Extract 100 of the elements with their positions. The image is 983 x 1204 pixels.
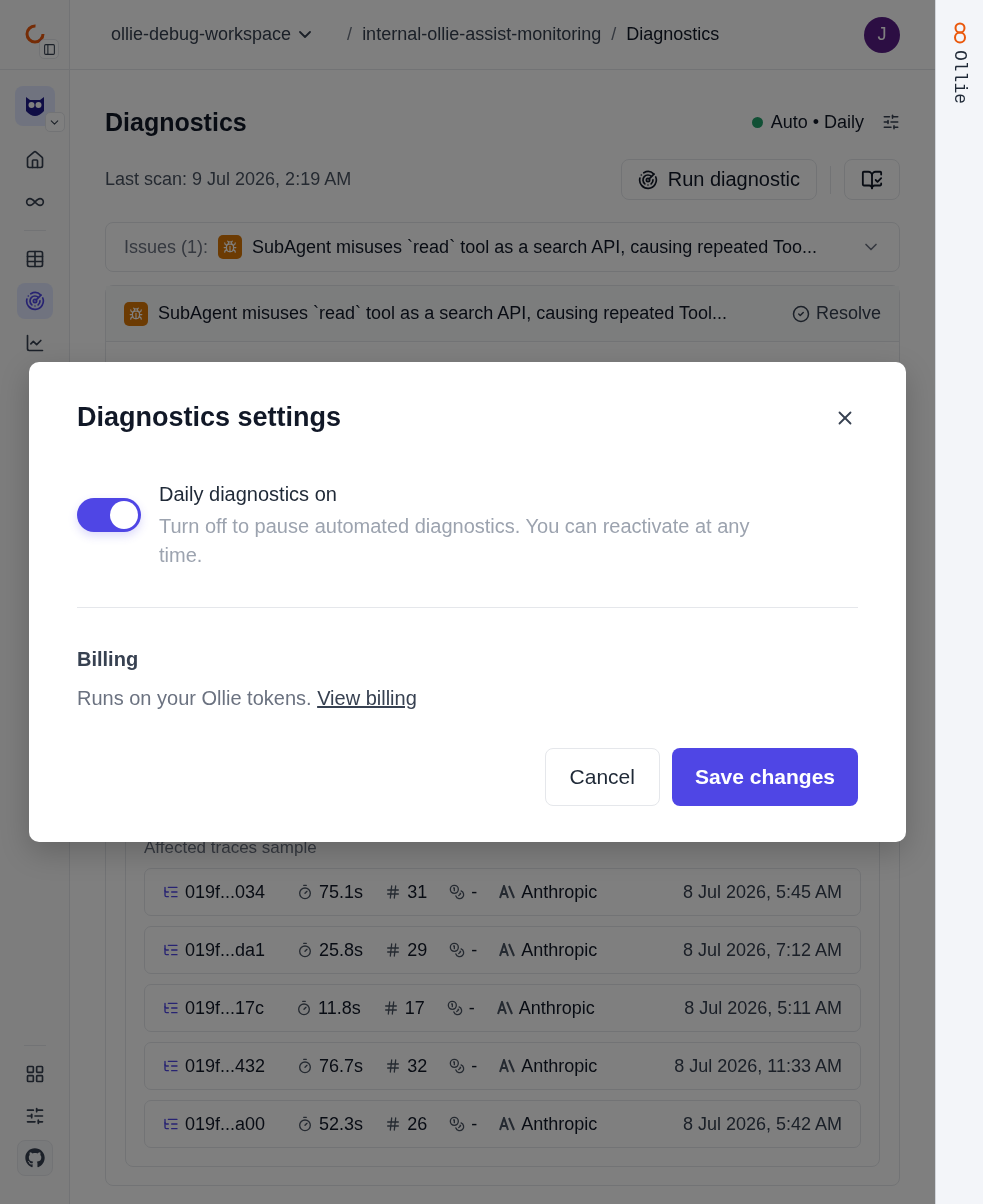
coins-icon	[446, 1000, 463, 1016]
trace-provider: Anthropic	[521, 939, 598, 961]
trace-icon	[163, 884, 179, 900]
trace-icon	[163, 942, 179, 958]
trace-time: 8 Jul 2026, 7:12 AM	[682, 939, 842, 961]
workspace-selector[interactable]: ollie-debug-workspace	[111, 24, 312, 45]
timer-icon	[297, 884, 314, 900]
trace-time: 8 Jul 2026, 5:11 AM	[684, 997, 842, 1019]
hash-icon	[385, 884, 402, 900]
trace-time: 8 Jul 2026, 5:42 AM	[682, 1113, 842, 1135]
trace-row[interactable]: 019f...a00 52.3s 26 - Anthropic 8 Jul 2026, 5:42 AM	[144, 1100, 861, 1148]
trace-row[interactable]: 019f...da1 25.8s 29 - Anthropic 8 Jul 2026, 7:12 AM	[144, 926, 861, 974]
trace-id: 019f...a00	[185, 1113, 266, 1135]
toggle-switch[interactable]	[77, 498, 141, 532]
coins-icon	[449, 942, 466, 958]
check-circle-icon	[791, 304, 810, 323]
last-scan-text: Last scan: 9 Jul 2026, 2:19 AM	[105, 169, 352, 190]
chevron-button[interactable]	[44, 112, 65, 132]
issue-title: SubAgent misuses `read` tool as a search API, causing repeated Too...	[252, 236, 818, 258]
trace-provider: Anthropic	[521, 1055, 598, 1077]
trace-icon	[163, 1116, 179, 1132]
github-icon[interactable]	[16, 1140, 53, 1176]
breadcrumb-separator: /	[347, 24, 353, 45]
trace-id: 019f...da1	[185, 939, 266, 961]
trace-row[interactable]: 019f...034 75.1s 31 - Anthropic 8 Jul 2026, 5:45 AM	[144, 868, 861, 916]
trace-provider: Anthropic	[518, 997, 595, 1019]
trace-count: 32	[407, 1055, 428, 1077]
trace-cost: -	[471, 1113, 478, 1135]
trace-duration: 52.3s	[319, 1113, 364, 1135]
timer-icon	[296, 1000, 313, 1016]
run-diagnostic-button[interactable]: Run diagnostic	[620, 159, 817, 200]
trace-provider: Anthropic	[521, 1113, 598, 1135]
radar-icon	[637, 169, 658, 190]
trace-count: 26	[407, 1113, 428, 1135]
timer-icon	[297, 942, 314, 958]
trace-time: 8 Jul 2026, 5:45 AM	[682, 881, 842, 903]
provider-logo-icon	[499, 1117, 516, 1131]
trace-duration: 25.8s	[319, 939, 364, 961]
side-panel-label[interactable]: Ollie	[949, 50, 970, 104]
trace-row[interactable]: 019f...432 76.7s 32 - Anthropic 8 Jul 2026, 11:33 AM	[144, 1042, 861, 1090]
resolve-button[interactable]: Resolve	[791, 303, 881, 324]
trace-duration: 11.8s	[318, 997, 361, 1019]
radar-nav-icon[interactable]	[16, 283, 53, 319]
hash-icon	[385, 942, 402, 958]
issues-dropdown[interactable]: Issues (1): SubAgent misuses `read` tool as a search API, causing repeated Too...	[105, 222, 900, 272]
trace-time: 8 Jul 2026, 11:33 AM	[674, 1055, 842, 1077]
issues-label: Issues (1):	[124, 236, 209, 258]
bug-icon	[124, 301, 148, 326]
billing-heading: Billing	[77, 648, 140, 671]
trace-duration: 76.7s	[319, 1055, 364, 1077]
trace-count: 31	[407, 881, 428, 903]
chevron-icon	[299, 31, 312, 38]
trace-provider: Anthropic	[521, 881, 598, 903]
bug-icon	[218, 235, 243, 259]
toggle-label: Daily diagnostics on	[159, 483, 338, 506]
trace-icon	[163, 1058, 179, 1074]
trace-id: 019f...432	[185, 1055, 266, 1077]
view-billing-link[interactable]: View billing	[317, 687, 417, 709]
provider-logo-icon	[499, 885, 516, 899]
coins-icon	[449, 884, 466, 900]
docs-button[interactable]	[844, 159, 900, 200]
sidebar-toggle-button[interactable]	[39, 39, 59, 59]
dialog-title: Diagnostics settings	[77, 402, 342, 433]
book-icon	[861, 168, 883, 191]
trace-cost: -	[471, 881, 478, 903]
trace-row[interactable]: 019f...17c 11.8s 17 - Anthropic 8 Jul 2026, 5:11 AM	[144, 984, 861, 1032]
issue-title: SubAgent misuses `read` tool as a search API, causing repeated Tool...	[158, 303, 727, 324]
billing-text: Runs on your Ollie tokens. View billing	[77, 687, 418, 710]
trace-icon	[163, 1000, 179, 1016]
breadcrumb-current: Diagnostics	[626, 24, 720, 45]
trace-count: 29	[407, 939, 428, 961]
trace-cost: -	[471, 1055, 478, 1077]
provider-logo-icon	[496, 1001, 513, 1015]
timer-icon	[297, 1058, 314, 1074]
breadcrumb-link[interactable]: internal-ollie-assist-monitoring	[362, 24, 602, 45]
cancel-button[interactable]: Cancel	[544, 748, 660, 806]
toggle-description: Turn off to pause automated diagnostics. You can reactivate at any time.	[159, 514, 751, 568]
trace-cost: -	[471, 939, 478, 961]
provider-logo-icon	[499, 943, 516, 957]
page-title: Diagnostics	[105, 107, 247, 137]
coins-icon	[449, 1116, 466, 1132]
panel-icon	[42, 42, 56, 56]
trace-cost: -	[468, 997, 475, 1019]
owl-avatar[interactable]	[14, 86, 55, 126]
infinity-icon	[952, 22, 967, 44]
hash-icon	[382, 1000, 399, 1016]
settings-icon[interactable]	[882, 113, 900, 131]
provider-logo-icon	[499, 1059, 516, 1073]
save-button[interactable]: Save changes	[671, 748, 858, 806]
trace-id: 019f...034	[185, 881, 266, 903]
trace-count: 17	[404, 997, 425, 1019]
trace-duration: 75.1s	[319, 881, 364, 903]
hash-icon	[385, 1116, 402, 1132]
coins-icon	[449, 1058, 466, 1074]
trace-id: 019f...17c	[185, 997, 265, 1019]
timer-icon	[297, 1116, 314, 1132]
schedule-label: Auto • Daily	[770, 111, 864, 133]
breadcrumb-separator: /	[611, 24, 617, 45]
user-avatar[interactable]: J	[864, 16, 900, 53]
hash-icon	[385, 1058, 402, 1074]
